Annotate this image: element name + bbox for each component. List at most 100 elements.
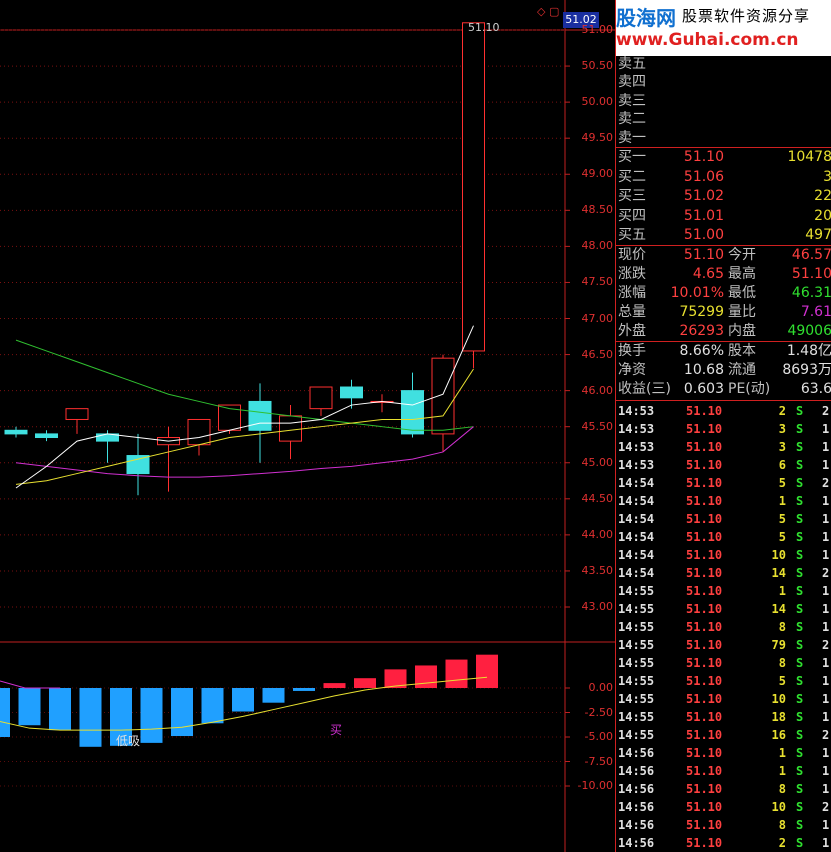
kline-canvas[interactable] — [0, 0, 615, 852]
tick-row[interactable]: 14:55 51.10 16 S 2 — [616, 726, 831, 744]
tick-count: 1 — [822, 620, 830, 634]
tick-volume: 1 — [778, 494, 786, 508]
quote-value: 51.10 — [683, 247, 724, 263]
price-axis-label: 49.50 — [581, 131, 614, 145]
buy-volume: 22 — [814, 188, 831, 204]
buy-level: 买三 51.02 22 — [616, 187, 831, 205]
tick-side: S — [796, 548, 804, 562]
tick-row[interactable]: 14:55 51.10 79 S 2 — [616, 636, 831, 654]
candle-body — [248, 400, 272, 431]
tick-row[interactable]: 14:55 51.10 10 S 1 — [616, 690, 831, 708]
tick-row[interactable]: 14:54 51.10 10 S 1 — [616, 546, 831, 564]
candle-body — [401, 390, 424, 435]
macd-histogram-bar — [262, 688, 285, 703]
tick-side: S — [796, 782, 804, 796]
sell-label: 卖一 — [618, 129, 646, 146]
tick-time: 14:56 — [618, 818, 655, 832]
sell-label: 卖四 — [618, 74, 646, 91]
tick-row[interactable]: 14:56 51.10 8 S 1 — [616, 816, 831, 834]
tick-side: S — [796, 710, 804, 724]
tick-time: 14:55 — [618, 620, 655, 634]
macd-axis-label: -10.00 — [577, 779, 613, 792]
tick-price: 51.10 — [686, 512, 723, 526]
tick-price: 51.10 — [686, 602, 723, 616]
tick-price: 51.10 — [686, 458, 723, 472]
sell-level: 卖一 — [616, 129, 831, 147]
tick-count: 1 — [822, 836, 830, 850]
tick-row[interactable]: 14:54 51.10 5 S 1 — [616, 528, 831, 546]
candle-body — [35, 433, 58, 439]
macd-histogram-bar — [323, 683, 346, 688]
buy-price: 51.02 — [683, 188, 724, 204]
tick-time: 14:56 — [618, 782, 655, 796]
tick-row[interactable]: 14:55 51.10 5 S 1 — [616, 672, 831, 690]
tick-count: 2 — [822, 404, 830, 418]
tick-row[interactable]: 14:53 51.10 3 S 1 — [616, 420, 831, 438]
tick-count: 1 — [822, 548, 830, 562]
tick-count: 1 — [822, 512, 830, 526]
price-axis-label: 47.50 — [581, 275, 614, 289]
tick-row[interactable]: 14:56 51.10 10 S 2 — [616, 798, 831, 816]
fund-label: 净资 — [618, 362, 646, 378]
tick-side: S — [796, 800, 804, 814]
macd-axis-label: 0.00 — [588, 681, 614, 694]
tick-volume: 10 — [771, 692, 786, 706]
buy-label: 买三 — [618, 188, 646, 204]
tick-side: S — [796, 620, 804, 634]
tick-volume: 2 — [778, 836, 786, 850]
sell-label: 卖三 — [618, 92, 646, 109]
price-axis-label: 50.00 — [581, 95, 614, 109]
buy-level: 买一 51.10 10478 — [616, 148, 831, 166]
tick-row[interactable]: 14:55 51.10 8 S 1 — [616, 654, 831, 672]
quote-value: 46.57 — [791, 247, 831, 263]
candle-body — [462, 22, 485, 352]
tick-volume: 10 — [771, 548, 786, 562]
tick-row[interactable]: 14:54 51.10 5 S 2 — [616, 474, 831, 492]
tick-row[interactable]: 14:54 51.10 5 S 1 — [616, 510, 831, 528]
tick-count: 2 — [822, 476, 830, 490]
kline-chart[interactable]: ◇ ▢ 51.02 低吸 买 51.10 51.00 50.50 50.00 49.5… — [0, 0, 615, 852]
buy-level: 买五 51.00 497 — [616, 226, 831, 244]
tick-time: 14:53 — [618, 440, 655, 454]
tick-count: 2 — [822, 800, 830, 814]
fund-value: 10.68 — [683, 362, 724, 378]
tick-row[interactable]: 14:53 51.10 2 S 2 — [616, 402, 831, 420]
tick-price: 51.10 — [686, 656, 723, 670]
macd-histogram-bar — [354, 678, 376, 688]
tick-row[interactable]: 14:53 51.10 3 S 1 — [616, 438, 831, 456]
fund-label: PE(动) — [728, 381, 771, 397]
tick-row[interactable]: 14:56 51.10 8 S 1 — [616, 780, 831, 798]
tick-row[interactable]: 14:56 51.10 1 S 1 — [616, 744, 831, 762]
tick-time: 14:54 — [618, 494, 655, 508]
tick-price: 51.10 — [686, 674, 723, 688]
tick-row[interactable]: 14:55 51.10 14 S 1 — [616, 600, 831, 618]
tick-side: S — [796, 422, 804, 436]
tick-volume: 5 — [778, 674, 786, 688]
tick-time: 14:55 — [618, 656, 655, 670]
tick-price: 51.10 — [686, 782, 723, 796]
tick-count: 1 — [822, 782, 830, 796]
chart-toolbar-icons[interactable]: ◇ ▢ — [537, 5, 559, 18]
tick-row[interactable]: 14:55 51.10 8 S 1 — [616, 618, 831, 636]
tick-row[interactable]: 14:55 51.10 18 S 1 — [616, 708, 831, 726]
signal-low-buy: 低吸 — [116, 734, 141, 748]
tick-row[interactable]: 14:54 51.10 1 S 1 — [616, 492, 831, 510]
tick-count: 1 — [822, 674, 830, 688]
tick-time: 14:54 — [618, 530, 655, 544]
tick-row[interactable]: 14:55 51.10 1 S 1 — [616, 582, 831, 600]
tick-time: 14:55 — [618, 584, 655, 598]
tick-time: 14:56 — [618, 836, 655, 850]
tick-row[interactable]: 14:54 51.10 14 S 2 — [616, 564, 831, 582]
tick-time: 14:56 — [618, 746, 655, 760]
price-axis-label: 47.00 — [581, 311, 614, 325]
tick-side: S — [796, 440, 804, 454]
tick-volume: 18 — [771, 710, 786, 724]
fund-value: 0.603 — [683, 381, 724, 397]
tick-row[interactable]: 14:56 51.10 2 S 1 — [616, 834, 831, 852]
tick-row[interactable]: 14:53 51.10 6 S 1 — [616, 456, 831, 474]
tick-volume: 14 — [771, 602, 786, 616]
quote-label: 外盘 — [618, 323, 646, 339]
tick-count: 1 — [822, 602, 830, 616]
tick-row[interactable]: 14:56 51.10 1 S 1 — [616, 762, 831, 780]
price-axis-label: 50.50 — [581, 59, 614, 73]
